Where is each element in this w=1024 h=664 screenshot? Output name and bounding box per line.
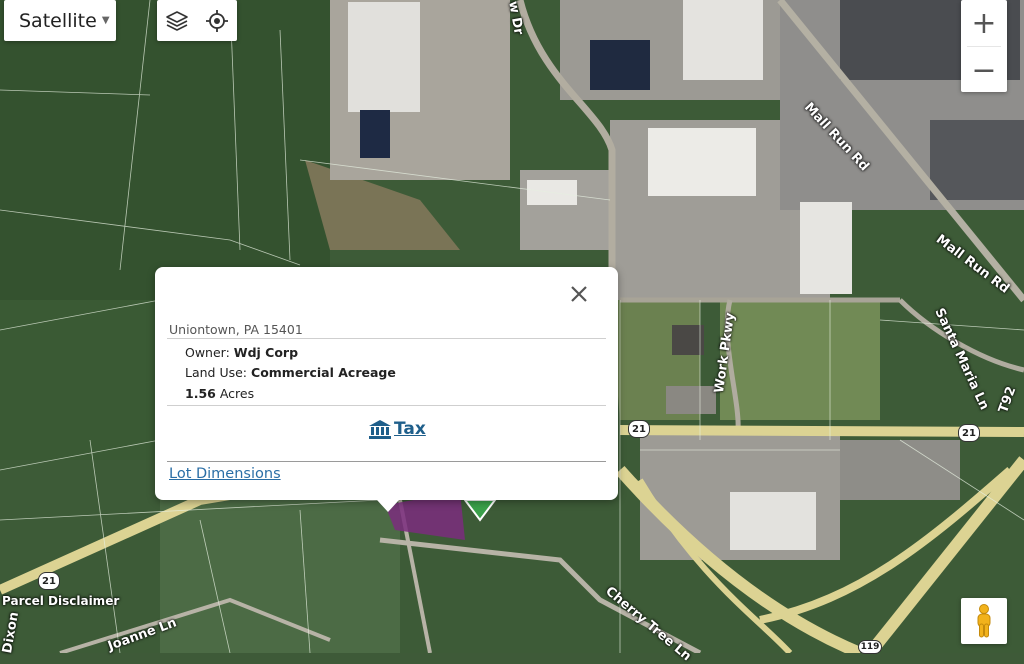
land-use-label: Land Use: [185, 365, 248, 380]
land-use-value: Commercial Acreage [251, 365, 396, 380]
map-type-dropdown[interactable]: Satellite ▼ [4, 0, 116, 41]
street-view-pegman[interactable] [961, 598, 1007, 644]
route-119-shield: 119 [858, 640, 882, 654]
acreage-row: 1.56 Acres [185, 386, 254, 401]
caret-down-icon: ▼ [101, 15, 110, 26]
zoom-in-button[interactable]: + [961, 0, 1007, 46]
divider [167, 461, 606, 462]
lot-dimensions-link[interactable]: Lot Dimensions [169, 466, 281, 482]
zoom-control: + − [961, 0, 1007, 92]
owner-row: Owner: Wdj Corp [185, 345, 298, 360]
pegman-icon [977, 604, 991, 638]
parcel-info-popup: Uniontown, PA 15401 Owner: Wdj Corp Land… [155, 267, 618, 512]
parcel-disclaimer[interactable]: Parcel Disclaimer [2, 594, 119, 608]
divider [167, 338, 606, 339]
map-tools [157, 0, 237, 41]
close-icon[interactable] [566, 281, 592, 307]
crosshair-icon[interactable] [205, 9, 229, 33]
divider [167, 405, 606, 406]
route-21-shield: 21 [628, 420, 650, 438]
parcel-address: Uniontown, PA 15401 [169, 322, 303, 337]
bank-icon [369, 420, 391, 439]
owner-value: Wdj Corp [233, 345, 299, 360]
route-21-shield: 21 [958, 424, 980, 442]
land-use-row: Land Use: Commercial Acreage [185, 365, 396, 380]
tax-link[interactable]: Tax [368, 419, 426, 439]
acreage-value: 1.56 [185, 386, 216, 401]
map-type-label: Satellite [19, 9, 97, 32]
zoom-out-button[interactable]: − [961, 47, 1007, 93]
owner-label: Owner: [185, 345, 230, 360]
acreage-unit: Acres [219, 386, 255, 401]
layers-icon[interactable] [165, 9, 189, 33]
tax-label: Tax [394, 419, 426, 439]
route-21-shield: 21 [38, 572, 60, 590]
popup-tail [377, 500, 399, 512]
